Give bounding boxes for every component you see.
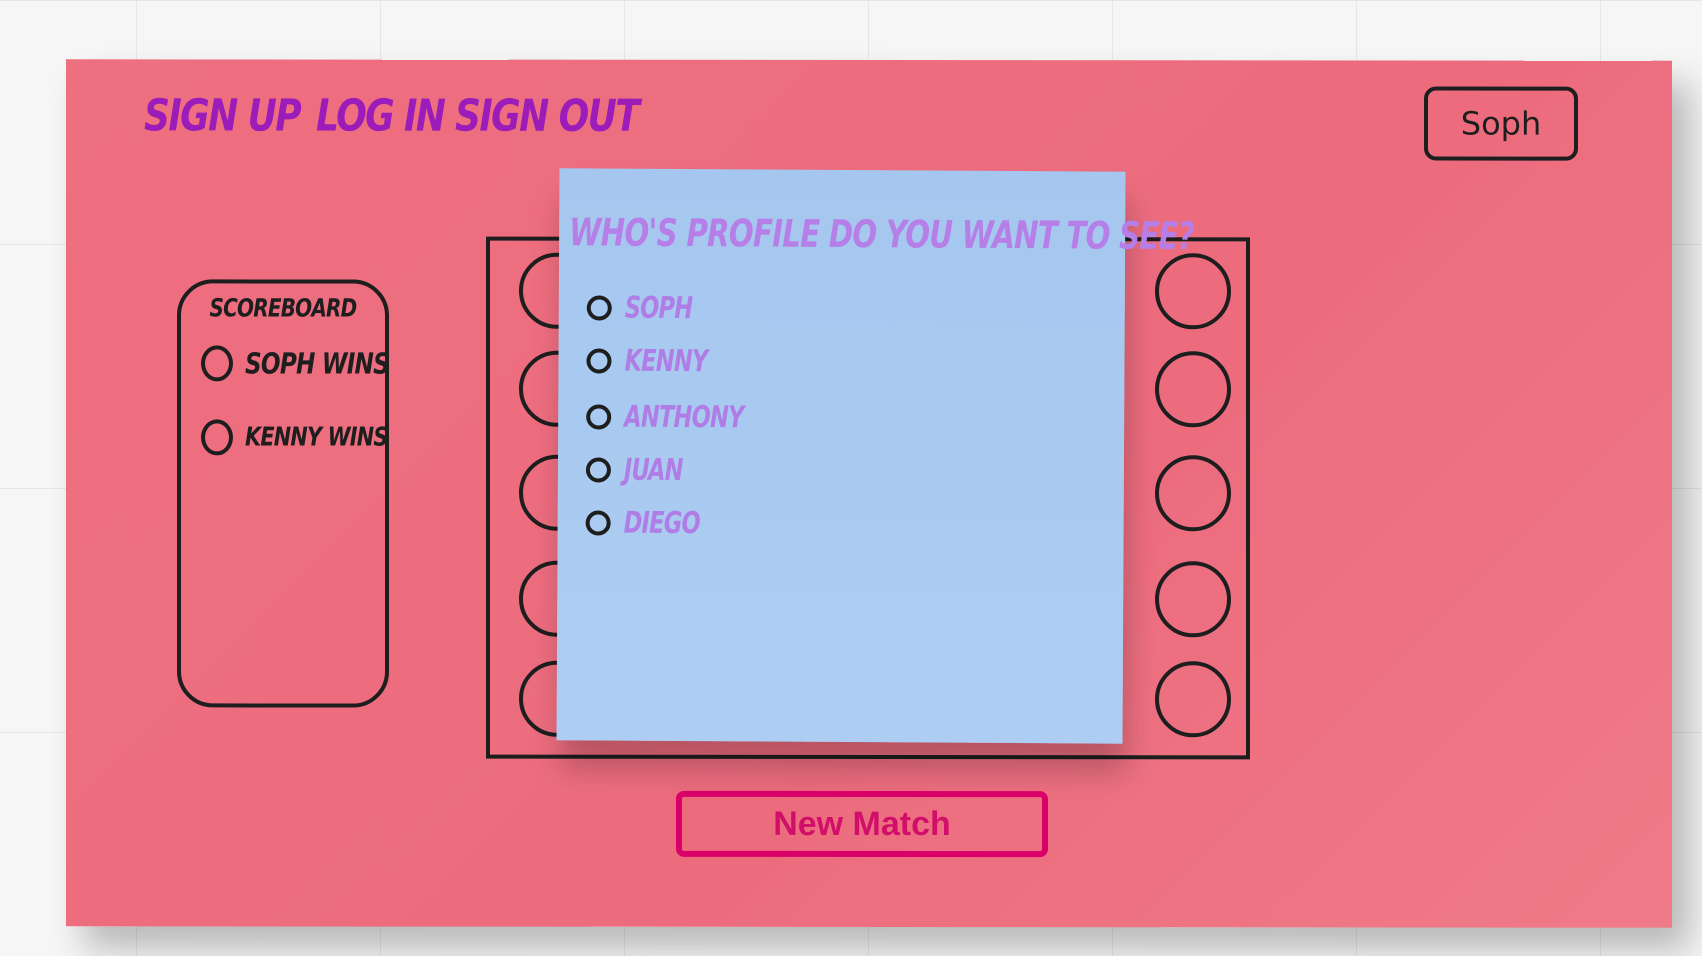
- radio-icon[interactable]: [585, 457, 611, 483]
- profile-option-anthony[interactable]: Anthony: [586, 399, 783, 435]
- radio-icon[interactable]: [586, 348, 612, 374]
- grid-slot[interactable]: [1155, 561, 1231, 638]
- option-label: Kenny: [624, 343, 708, 380]
- user-profile-button[interactable]: Soph: [1424, 86, 1578, 161]
- profile-option-kenny[interactable]: Kenny: [586, 343, 735, 379]
- scoreboard-title: Scoreboard: [209, 293, 357, 323]
- log-in-link[interactable]: Log in: [316, 84, 444, 150]
- grid-slot[interactable]: [1155, 661, 1231, 738]
- option-label: Juan: [623, 452, 683, 489]
- option-label: Anthony: [624, 399, 744, 436]
- profile-option-diego[interactable]: Diego: [585, 505, 726, 542]
- radio-icon[interactable]: [585, 510, 611, 536]
- sign-up-link[interactable]: Sign up: [144, 83, 300, 149]
- grid-slot[interactable]: [1155, 253, 1231, 330]
- profile-option-juan[interactable]: Juan: [585, 452, 703, 489]
- option-label: Soph: [624, 290, 693, 327]
- new-match-button[interactable]: New Match: [676, 790, 1048, 858]
- score-label-soph: Soph Wins: [245, 346, 390, 381]
- radio-icon[interactable]: [586, 295, 612, 321]
- scoreboard: Scoreboard Soph Wins Kenny Wins: [177, 279, 389, 708]
- board: Sign up Log in Sign out Soph Scoreboard …: [66, 59, 1672, 928]
- sign-out-link[interactable]: Sign out: [455, 84, 638, 150]
- score-row: Kenny Wins: [201, 419, 423, 456]
- option-label: Diego: [623, 505, 701, 542]
- top-nav: Sign up Log in Sign out: [144, 83, 638, 150]
- score-row: Soph Wins: [201, 345, 425, 382]
- grid-slot[interactable]: [1155, 455, 1231, 532]
- grid-slot[interactable]: [1155, 351, 1231, 428]
- profile-option-soph[interactable]: Soph: [586, 290, 715, 327]
- score-circle-icon: [201, 419, 233, 456]
- popup-title: Who's profile do you want to see?: [569, 210, 1195, 259]
- radio-icon[interactable]: [586, 404, 612, 430]
- profile-picker-popup: Who's profile do you want to see? Soph K…: [556, 168, 1194, 744]
- score-label-kenny: Kenny Wins: [245, 422, 388, 453]
- score-circle-icon: [201, 345, 233, 382]
